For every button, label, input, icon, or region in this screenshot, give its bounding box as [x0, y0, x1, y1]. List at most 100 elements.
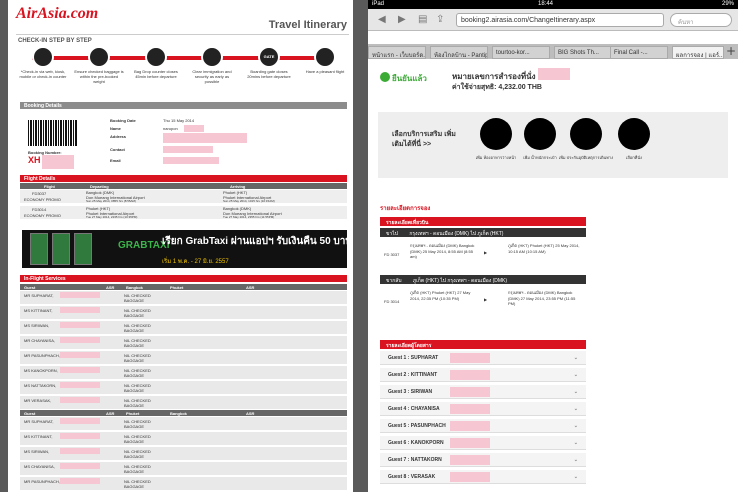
- service-item: NIL CHECKED BAGGAGE: [124, 338, 151, 348]
- redacted-guest: [60, 307, 100, 313]
- flight-row: FD3014 ECONOMY PROMO Phuket (HKT) Phuket…: [20, 206, 347, 220]
- back-icon[interactable]: ◀: [378, 14, 386, 25]
- booking-date-value: Thu 15 May 2014: [163, 118, 195, 123]
- guest-name: MR SUPHARAT,: [24, 293, 54, 298]
- guest-accordion[interactable]: Guest 7 : NATTAKORN ⌄: [380, 453, 586, 467]
- chevron-down-icon[interactable]: ⌄: [574, 457, 578, 463]
- service-item: NIL CHECKED BAGGAGE: [124, 383, 151, 393]
- insurance-icon[interactable]: [570, 118, 602, 150]
- bagdrop-step-icon: [145, 46, 167, 68]
- chevron-down-icon[interactable]: ⌄: [574, 355, 578, 361]
- browser-tab-active[interactable]: ผลการจอง | แอร์...: [672, 46, 724, 59]
- guest-label: Guest 7 : NATTAKORN: [388, 457, 442, 463]
- guest-table-header: Guest ASR Bangkok Phuket ASR: [20, 284, 347, 290]
- gate-step-icon: GATE: [258, 46, 280, 68]
- add-services-panel: เลือกบริการเสริม เพิ่มเติมได้ที่นี่ >>: [378, 112, 728, 178]
- guest-accordion[interactable]: Guest 3 : SIRIWAN ⌄: [380, 385, 586, 399]
- asr-col: ASR: [106, 285, 115, 290]
- ios-status-bar: iPad 18:44 29%: [368, 0, 738, 9]
- guest-name: MS SIRIWAN,: [24, 323, 50, 328]
- route-to: Bangkok: [170, 411, 187, 416]
- leg-from: ภูเก็ต (HKT) Phuket (HKT) 27 May 2014, 2…: [410, 290, 471, 301]
- guest-accordion[interactable]: Guest 4 : CHAYANISA ⌄: [380, 402, 586, 416]
- guest-row: MS CHAYANISA, NIL CHECKED BAGGAGE: [20, 462, 347, 476]
- baggage-icon[interactable]: [524, 118, 556, 150]
- guest-accordion[interactable]: Guest 1 : SUPHARAT ⌄: [380, 351, 586, 365]
- redacted-guest: [450, 387, 490, 397]
- guest-accordion[interactable]: Guest 8 : VERASAK ⌄: [380, 470, 586, 484]
- guest-accordion[interactable]: Guest 6 : KANOKPORN ⌄: [380, 436, 586, 450]
- guest-name: MR CHAYANISA,: [24, 338, 55, 343]
- leg-to: ภูเก็ต (HKT) Phuket (HKT) 25 May 2014, 1…: [508, 243, 580, 254]
- service-item: NIL CHECKED BAGGAGE: [124, 323, 151, 333]
- guest-label: Guest 3 : SIRIWAN: [388, 389, 433, 395]
- search-input[interactable]: ค้นหา: [670, 13, 732, 27]
- browser-tab[interactable]: ห้องไกลบ้าน - Pantip: [430, 46, 488, 59]
- outbound-leg: FD 3037 กรุงเทพฯ - ดอนเมือง (DMK) Bangko…: [380, 240, 586, 270]
- leg-code: FD 3014: [384, 299, 400, 304]
- service-item: NIL CHECKED BAGGAGE: [124, 398, 151, 408]
- chevron-down-icon[interactable]: ⌄: [574, 389, 578, 395]
- guest-row: MS KANOKPORN, NIL CHECKED BAGGAGE: [20, 366, 347, 380]
- chevron-down-icon[interactable]: ⌄: [574, 474, 578, 480]
- flight-fare: ECONOMY PROMO: [24, 197, 61, 202]
- arr-time: Tue 27 May 2014, 2355 hrs (11:55PM): [223, 215, 275, 219]
- seat-icon[interactable]: [618, 118, 650, 150]
- contact-label: Contact: [110, 147, 125, 152]
- leg-code: FD 3037: [384, 252, 400, 257]
- forward-icon[interactable]: ▶: [398, 14, 406, 25]
- guest-accordion[interactable]: Guest 5 : PASUNPHACH ⌄: [380, 419, 586, 433]
- email-label: Email: [110, 158, 121, 163]
- grabtaxi-banner[interactable]: GRABTAXI เรียก GrabTaxi ผ่านแอปฯ รับเงิน…: [22, 230, 352, 268]
- guest-row: MS NATTAKORN, NIL CHECKED BAGGAGE: [20, 381, 347, 395]
- new-tab-icon[interactable]: +: [726, 44, 736, 58]
- chevron-down-icon[interactable]: ⌄: [574, 423, 578, 429]
- redacted-guest: [60, 433, 100, 439]
- redacted-name: [184, 125, 204, 132]
- chevron-down-icon[interactable]: ⌄: [574, 372, 578, 378]
- guest-row: MR SUPHARAT, NIL CHECKED BAGGAGE: [20, 417, 347, 431]
- leg-direction: ขากลับ: [386, 278, 402, 284]
- checkin-step-icon: [32, 46, 54, 68]
- redacted-guest: [450, 438, 490, 448]
- flight-row: FD3037 ECONOMY PROMO Bangkok (DMK) Don M…: [20, 190, 347, 204]
- flight-section-bar: รายละเอียดเที่ยวบิน: [380, 217, 586, 226]
- guest-table-header: Guest ASR Phuket Bangkok ASR: [20, 410, 347, 416]
- guest-row: MR CHAYANISA, NIL CHECKED BAGGAGE: [20, 336, 347, 350]
- browser-tab[interactable]: tourtoo-kor...: [492, 46, 550, 59]
- service-item: NIL CHECKED BAGGAGE: [124, 464, 151, 474]
- redacted-booking-number: [538, 68, 570, 80]
- guest-accordion[interactable]: Guest 2 : KITTINANT ⌄: [380, 368, 586, 382]
- chevron-down-icon[interactable]: ⌄: [574, 440, 578, 446]
- step-3-text: Bag Drop counter closes 45min before dep…: [134, 69, 178, 79]
- guest-name: MR VERASAK,: [24, 398, 52, 403]
- safari-toolbar: ◀ ▶ ▤ ⇪ booking2.airasia.com/ChangeItine…: [368, 9, 738, 31]
- phone-image: [74, 233, 92, 265]
- arriving-col: Arriving: [230, 184, 246, 189]
- booking-date-label: Booking Date: [110, 118, 136, 123]
- asr-col: ASR: [246, 411, 255, 416]
- dep-time: Tue 27 May 2014, 2235 hrs (10:35PM): [86, 215, 138, 219]
- service-item: NIL CHECKED BAGGAGE: [124, 434, 151, 444]
- redacted-guest: [60, 367, 100, 373]
- services-label[interactable]: เลือกบริการเสริม เพิ่มเติมได้ที่นี่ >>: [392, 130, 462, 150]
- share-icon[interactable]: ⇪: [436, 14, 444, 25]
- address-bar[interactable]: booking2.airasia.com/ChangeItinerary.asp…: [456, 13, 664, 27]
- chevron-down-icon[interactable]: ⌄: [574, 406, 578, 412]
- guest-label: Guest 6 : KANOKPORN: [388, 440, 444, 446]
- guest-row: MR PASUNPHACH, NIL CHECKED BAGGAGE: [20, 477, 347, 491]
- booking-details-bar: Booking Details: [20, 102, 347, 109]
- bookmarks-icon[interactable]: ▤: [418, 14, 427, 25]
- redacted-guest: [60, 418, 100, 424]
- browser-tab[interactable]: BIG Shots Th...: [554, 46, 612, 59]
- arrow-icon: ▶: [484, 250, 488, 255]
- redacted-guest: [450, 353, 490, 363]
- meal-icon[interactable]: [480, 118, 512, 150]
- total-amount: ค่าใช้จ่ายสุทธิ: 4,232.00 THB: [452, 84, 542, 91]
- redacted-guest: [450, 404, 490, 414]
- name-label: Name: [110, 126, 121, 131]
- flight-step-icon: [314, 46, 336, 68]
- booking-number: XH: [28, 155, 41, 165]
- browser-tab[interactable]: Final Call -...: [610, 46, 668, 59]
- browser-tab[interactable]: หน้าแรก - เว็บบอร์ด...: [368, 46, 426, 59]
